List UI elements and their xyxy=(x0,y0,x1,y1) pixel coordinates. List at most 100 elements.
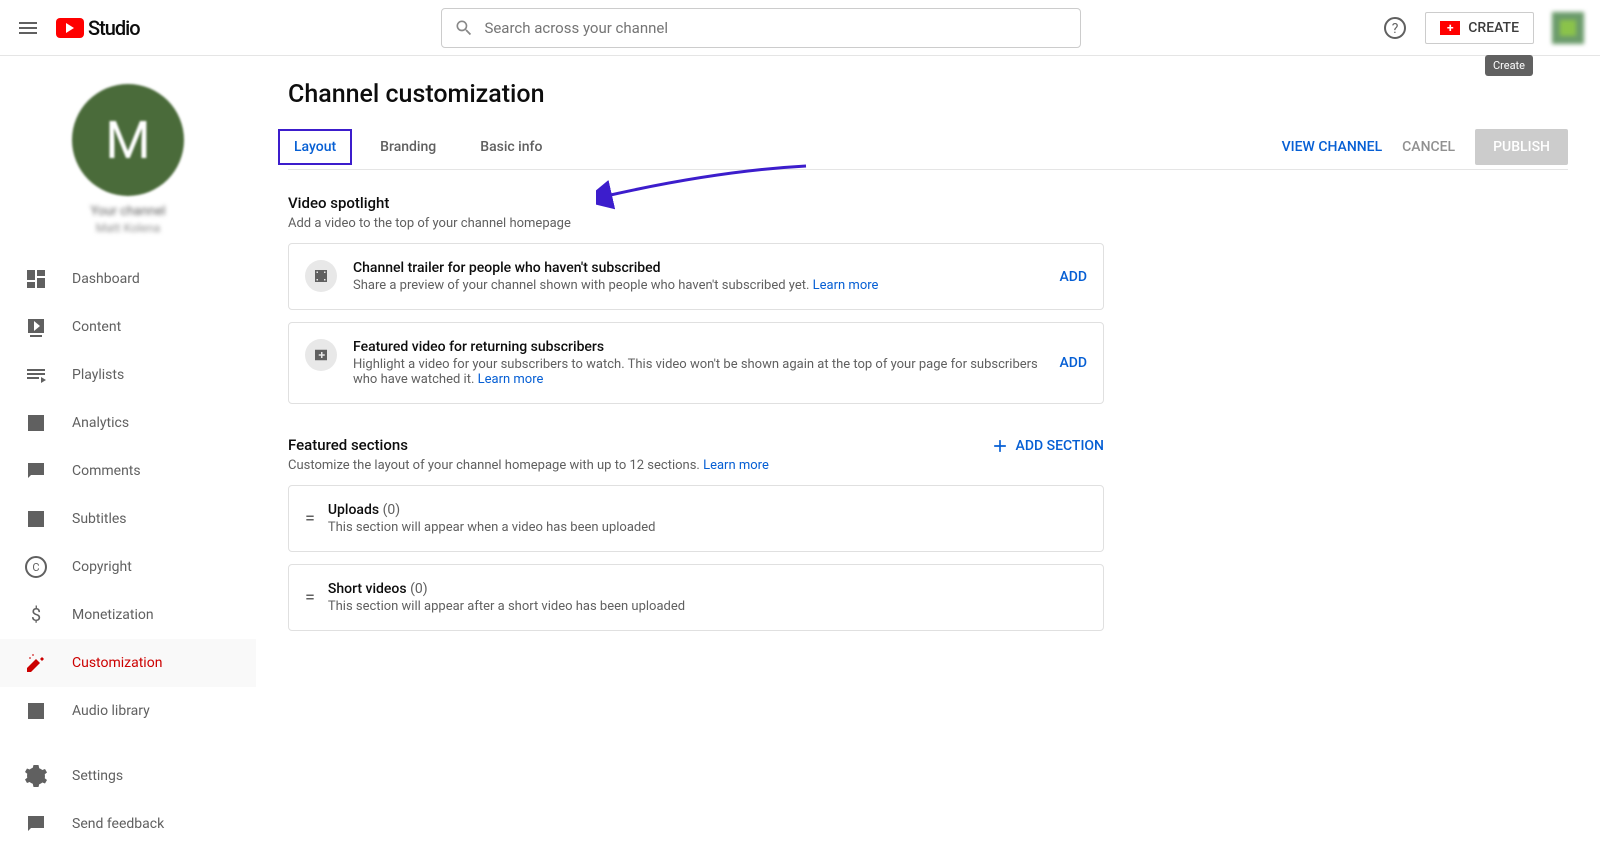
create-button[interactable]: CREATE Create xyxy=(1425,12,1534,44)
publish-button: PUBLISH xyxy=(1475,129,1568,165)
avatar[interactable] xyxy=(1552,12,1584,44)
drag-handle-icon[interactable]: = xyxy=(305,508,312,529)
tabs-row: Layout Branding Basic info VIEW CHANNEL … xyxy=(288,125,1568,170)
page-title: Channel customization xyxy=(288,80,1568,109)
create-icon xyxy=(1440,21,1460,35)
nav-label: Customization xyxy=(72,655,162,671)
featured-sections-section: Featured sections Customize the layout o… xyxy=(288,436,1104,631)
search-icon xyxy=(454,18,474,38)
svg-text:$: $ xyxy=(31,605,41,626)
audio-library-icon xyxy=(24,699,48,723)
sidebar-item-content[interactable]: Content xyxy=(0,303,256,351)
copyright-icon: C xyxy=(24,555,48,579)
main: Channel customization Layout Branding Ba… xyxy=(256,56,1600,860)
tabs: Layout Branding Basic info xyxy=(288,125,548,169)
channel-name: Matt Kolena xyxy=(0,221,256,235)
nav-label: Send feedback xyxy=(72,816,164,832)
nav-label: Monetization xyxy=(72,607,154,623)
sidebar-item-playlists[interactable]: Playlists xyxy=(0,351,256,399)
tab-layout[interactable]: Layout xyxy=(288,125,342,169)
channel-trailer-card: Channel trailer for people who haven't s… xyxy=(288,243,1104,310)
search-box[interactable] xyxy=(441,8,1081,48)
logo-text: Studio xyxy=(88,16,140,40)
add-button[interactable]: ADD xyxy=(1059,355,1087,371)
uploads-section-card: = Uploads (0) This section will appear w… xyxy=(288,485,1104,552)
learn-more-link[interactable]: Learn more xyxy=(478,372,544,387)
card-title: Featured video for returning subscribers xyxy=(353,339,1043,355)
nav-label: Subtitles xyxy=(72,511,127,527)
view-channel-link[interactable]: VIEW CHANNEL xyxy=(1282,139,1383,155)
sidebar-item-audio-library[interactable]: Audio library xyxy=(0,687,256,735)
subtitles-icon xyxy=(24,507,48,531)
comments-icon xyxy=(24,459,48,483)
learn-more-link[interactable]: Learn more xyxy=(703,458,769,473)
featured-video-card: Featured video for returning subscribers… xyxy=(288,322,1104,404)
section-title: Video spotlight xyxy=(288,194,1104,212)
sidebar-item-customization[interactable]: Customization xyxy=(0,639,256,687)
page-header: Channel customization Layout Branding Ba… xyxy=(256,56,1600,170)
help-icon[interactable]: ? xyxy=(1383,16,1407,40)
sidebar-item-monetization[interactable]: $ Monetization xyxy=(0,591,256,639)
svg-text:C: C xyxy=(32,561,39,574)
content: Video spotlight Add a video to the top o… xyxy=(256,170,1136,687)
content-icon xyxy=(24,315,48,339)
card-desc: This section will appear after a short v… xyxy=(328,599,1087,614)
add-section-button[interactable]: ADD SECTION xyxy=(990,436,1104,456)
section-subtitle: Add a video to the top of your channel h… xyxy=(288,216,1104,231)
customization-icon xyxy=(24,651,48,675)
card-desc: This section will appear when a video ha… xyxy=(328,520,1087,535)
sidebar-bottom: Settings Send feedback xyxy=(0,752,256,848)
sidebar-item-subtitles[interactable]: Subtitles xyxy=(0,495,256,543)
nav-label: Settings xyxy=(72,768,123,784)
section-subtitle: Customize the layout of your channel hom… xyxy=(288,458,769,473)
video-spotlight-section: Video spotlight Add a video to the top o… xyxy=(288,194,1104,404)
card-title: Short videos (0) xyxy=(328,581,1087,597)
sidebar-item-analytics[interactable]: Analytics xyxy=(0,399,256,447)
count: (0) xyxy=(383,502,401,518)
monetization-icon: $ xyxy=(24,603,48,627)
header-right: ? CREATE Create xyxy=(1383,12,1584,44)
menu-icon[interactable] xyxy=(16,16,40,40)
sidebar-item-feedback[interactable]: Send feedback xyxy=(0,800,256,848)
nav-label: Playlists xyxy=(72,367,124,383)
search-input[interactable] xyxy=(484,19,1068,37)
header: Studio ? CREATE Create xyxy=(0,0,1600,56)
youtube-play-icon xyxy=(56,18,84,38)
sidebar: M Your channel Matt Kolena Dashboard Con… xyxy=(0,56,256,860)
nav-label: Dashboard xyxy=(72,271,140,287)
section-title: Featured sections xyxy=(288,436,769,454)
nav: Dashboard Content Playlists Analytics Co… xyxy=(0,255,256,735)
sidebar-item-comments[interactable]: Comments xyxy=(0,447,256,495)
nav-label: Content xyxy=(72,319,121,335)
card-body: Channel trailer for people who haven't s… xyxy=(353,260,1043,293)
sidebar-item-dashboard[interactable]: Dashboard xyxy=(0,255,256,303)
logo[interactable]: Studio xyxy=(56,16,140,40)
video-add-icon xyxy=(305,339,337,371)
card-title: Channel trailer for people who haven't s… xyxy=(353,260,1043,276)
sidebar-item-copyright[interactable]: C Copyright xyxy=(0,543,256,591)
sidebar-item-settings[interactable]: Settings xyxy=(0,752,256,800)
count: (0) xyxy=(410,581,428,597)
settings-icon xyxy=(24,764,48,788)
card-desc: Share a preview of your channel shown wi… xyxy=(353,278,1043,293)
create-button-label: CREATE xyxy=(1468,20,1519,36)
playlists-icon xyxy=(24,363,48,387)
tab-actions: VIEW CHANNEL CANCEL PUBLISH xyxy=(1282,129,1568,165)
cancel-button[interactable]: CANCEL xyxy=(1402,139,1455,155)
nav-label: Audio library xyxy=(72,703,150,719)
tab-label: Layout xyxy=(294,139,336,155)
card-body: Short videos (0) This section will appea… xyxy=(328,581,1087,614)
film-icon xyxy=(305,260,337,292)
add-section-label: ADD SECTION xyxy=(1016,438,1104,454)
drag-handle-icon[interactable]: = xyxy=(305,587,312,608)
dashboard-icon xyxy=(24,267,48,291)
tab-basic-info[interactable]: Basic info xyxy=(474,125,548,169)
tab-branding[interactable]: Branding xyxy=(374,125,442,169)
channel-label: Your channel xyxy=(0,204,256,219)
channel-avatar[interactable]: M xyxy=(72,84,184,196)
card-title: Uploads (0) xyxy=(328,502,1087,518)
add-button[interactable]: ADD xyxy=(1059,269,1087,285)
plus-icon xyxy=(990,436,1010,456)
nav-label: Analytics xyxy=(72,415,129,431)
learn-more-link[interactable]: Learn more xyxy=(813,278,879,293)
